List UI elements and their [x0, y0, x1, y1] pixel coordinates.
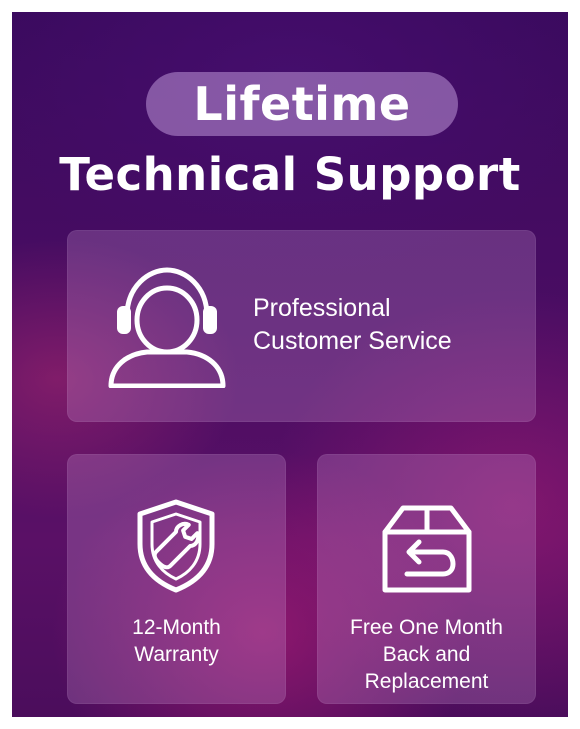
replacement-text: Free One Month Back and Replacement [317, 614, 536, 695]
warranty-text: 12-Month Warranty [67, 614, 286, 668]
warranty-line-2: Warranty [134, 643, 219, 666]
support-banner: Lifetime Technical Support Professional … [12, 12, 568, 717]
customer-service-line-1: Professional [253, 294, 391, 322]
warranty-card: 12-Month Warranty [67, 454, 286, 704]
replacement-line-1: Free One Month [350, 616, 503, 639]
replacement-card: Free One Month Back and Replacement [317, 454, 536, 704]
lifetime-pill: Lifetime [146, 72, 458, 136]
replacement-line-2: Back and [382, 643, 471, 666]
replacement-line-3: Replacement [364, 670, 489, 693]
warranty-line-1: 12-Month [132, 616, 221, 639]
shield-wrench-icon [137, 499, 215, 593]
lifetime-label: Lifetime [193, 77, 411, 131]
customer-service-line-2: Customer Service [253, 327, 452, 355]
headset-agent-icon [108, 267, 226, 388]
return-box-icon [382, 505, 472, 593]
customer-service-text: Professional Customer Service [253, 292, 452, 358]
headline: Technical Support [59, 148, 521, 201]
customer-service-card: Professional Customer Service [67, 230, 536, 422]
